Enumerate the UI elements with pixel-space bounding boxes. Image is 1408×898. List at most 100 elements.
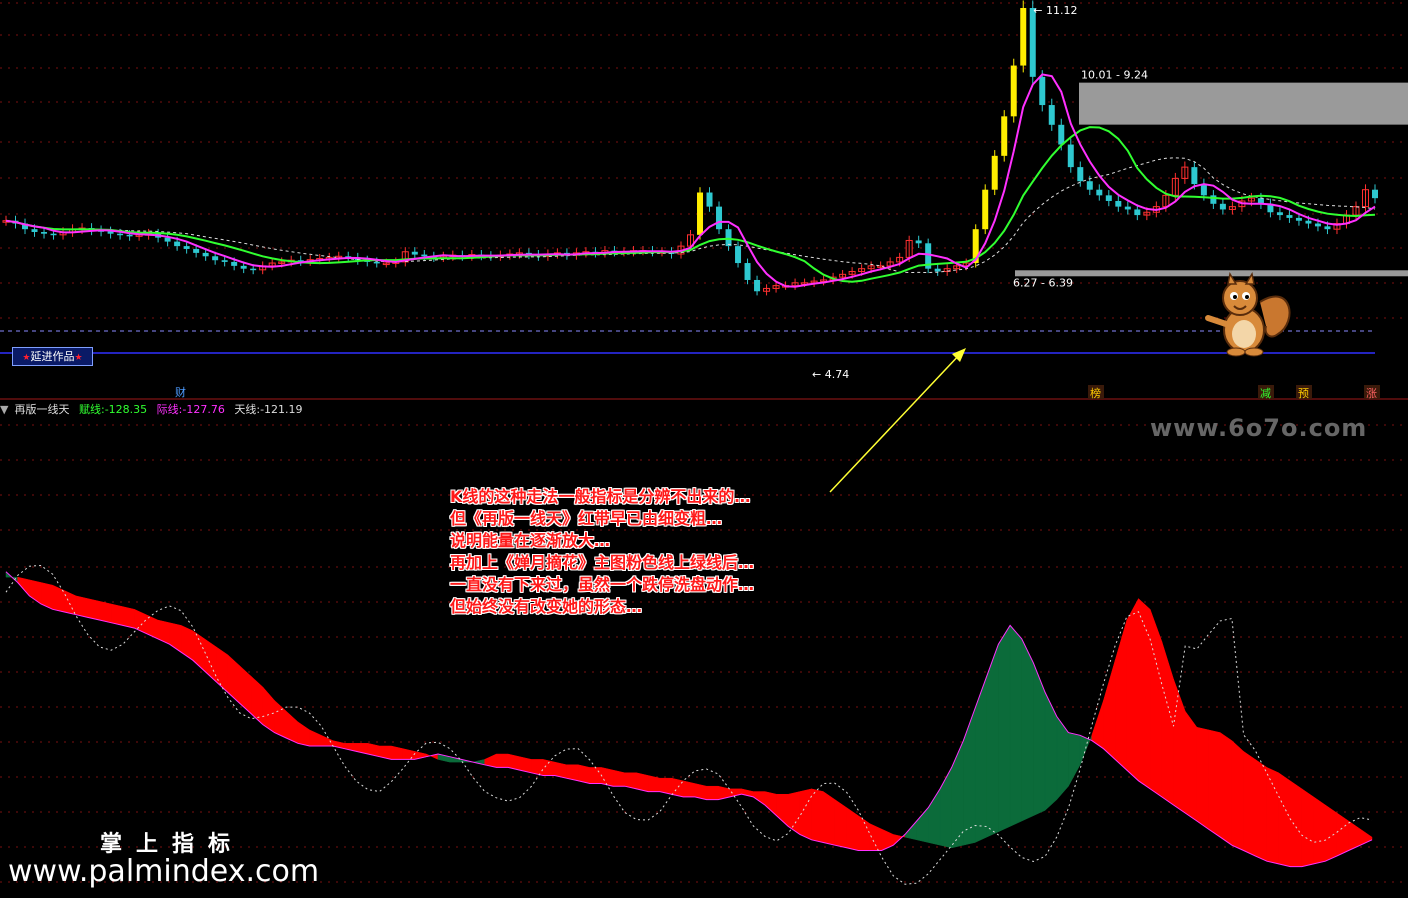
- candle-body: [31, 229, 38, 233]
- energy-band-segment: [215, 646, 229, 693]
- candle-body: [1077, 167, 1084, 182]
- candle-body: [725, 229, 732, 247]
- watermark-url: www.palmindex.com: [8, 854, 320, 889]
- annotation-line: 但《再版一线天》红带早已由细变粗…: [450, 509, 723, 528]
- candle-body: [240, 265, 247, 269]
- energy-band-segment: [204, 638, 217, 683]
- candle-body: [1124, 206, 1131, 210]
- energy-band-segment: [823, 791, 836, 846]
- energy-band-segment: [274, 699, 287, 739]
- energy-band-segment: [122, 606, 135, 629]
- star-icon: ★: [22, 353, 31, 363]
- indicator-header: ▼ 再版一线天 赋线:-128.35 际线:-127.76 天线:-121.19: [0, 401, 309, 417]
- energy-band-segment: [99, 600, 112, 624]
- candle-body: [126, 234, 133, 237]
- energy-band-segment: [87, 598, 100, 621]
- candle-body: [1219, 203, 1226, 210]
- candle-body: [1048, 105, 1055, 125]
- low-price-label: ← 4.74: [812, 368, 849, 381]
- candle-body: [934, 268, 941, 272]
- energy-band-segment: [297, 721, 310, 747]
- collapse-icon[interactable]: ▼: [0, 403, 8, 416]
- candle-body: [183, 246, 190, 249]
- candle-body: [982, 189, 989, 230]
- energy-band-segment: [1009, 624, 1022, 827]
- marker-bang: 榜: [1090, 386, 1101, 400]
- energy-band-segment: [1103, 660, 1116, 760]
- candle-body: [231, 261, 238, 266]
- candle-body: [697, 192, 704, 235]
- candle-body: [1029, 8, 1036, 77]
- annotation-overlay: [829, 348, 966, 493]
- energy-band-segment: [1313, 796, 1326, 865]
- marker-jian: 减: [1260, 387, 1271, 400]
- candle-body: [174, 241, 181, 247]
- candle-body: [716, 206, 723, 230]
- energy-band-segment: [647, 775, 661, 792]
- energy-band-segment: [601, 767, 614, 787]
- annotation-arrow: [829, 351, 963, 493]
- author-tag[interactable]: ★延进作品★: [12, 347, 93, 366]
- candle-body: [915, 240, 922, 244]
- energy-band-segment: [951, 740, 964, 849]
- energy-band-segment: [157, 619, 170, 645]
- indicator-name: 再版一线天: [14, 403, 70, 416]
- candle-body: [706, 192, 713, 207]
- energy-band-segment: [858, 815, 871, 851]
- energy-band-segment: [916, 806, 929, 843]
- candle-body: [1058, 124, 1065, 145]
- candle-body: [1086, 181, 1093, 190]
- energy-band-segment: [1325, 804, 1338, 862]
- candle-body: [744, 263, 751, 280]
- energy-band-segment: [834, 799, 847, 849]
- energy-band-segment: [939, 767, 952, 849]
- line3-value: -121.19: [260, 403, 303, 416]
- annotation-text: K线的这种走法一般指标是分辨不出来的… 但《再版一线天》红带早已由细变粗… 说明…: [450, 486, 754, 618]
- candle-body: [991, 155, 998, 190]
- energy-band-segment: [250, 675, 264, 726]
- energy-band-segment: [764, 791, 777, 817]
- line2-value: -127.76: [182, 403, 225, 416]
- candle-body: [1096, 189, 1103, 196]
- energy-band-segment: [1278, 772, 1291, 867]
- energy-band-segment: [64, 590, 77, 615]
- energy-band-segment: [1254, 758, 1268, 862]
- energy-band-segment: [974, 676, 987, 843]
- energy-band-segment: [1266, 767, 1279, 865]
- energy-band-segment: [799, 788, 812, 841]
- candlestick-panel: ← 11.12 10.01 - 9.24 6.27 - 6.39 ← 4.74 财 榜 减 预…: [2, 0, 1408, 400]
- candle-body: [1324, 226, 1331, 230]
- energy-band-segment: [1173, 678, 1186, 814]
- energy-band-segment: [180, 625, 194, 661]
- energy-band-segment: [1056, 715, 1069, 801]
- energy-band-segment: [1161, 641, 1174, 806]
- energy-band-segment: [1044, 692, 1058, 811]
- energy-band-segment: [402, 748, 415, 760]
- resistance-zone: [1079, 82, 1408, 125]
- energy-band-segment: [1196, 726, 1209, 830]
- energy-band-segment: [612, 769, 626, 787]
- candle-body: [212, 256, 219, 261]
- candle-body: [1067, 144, 1074, 168]
- energy-band-segment: [1290, 780, 1303, 867]
- energy-band-segment: [1208, 729, 1221, 838]
- range-bottom-label: 6.27 - 6.39: [1013, 276, 1073, 289]
- energy-band-segment: [110, 603, 124, 626]
- energy-band-segment: [682, 780, 696, 798]
- energy-band-segment: [1219, 732, 1233, 846]
- energy-band-segment: [998, 624, 1011, 833]
- energy-band-segment: [811, 788, 824, 843]
- line3-label: 天线:: [234, 403, 261, 416]
- candle-body: [754, 279, 761, 292]
- candle-body: [1134, 209, 1141, 216]
- energy-band-segment: [52, 584, 65, 613]
- watermark-site: www.6o7o.com: [1150, 414, 1368, 442]
- energy-band-segment: [145, 614, 159, 640]
- candle-body: [202, 252, 209, 257]
- ma-white-line: [5, 157, 1376, 274]
- author-tag-label: 延进作品: [30, 350, 75, 363]
- energy-band-segment: [846, 807, 859, 851]
- candle-body: [1314, 223, 1321, 227]
- energy-band-segment: [589, 767, 602, 784]
- energy-band-segment: [1184, 710, 1198, 822]
